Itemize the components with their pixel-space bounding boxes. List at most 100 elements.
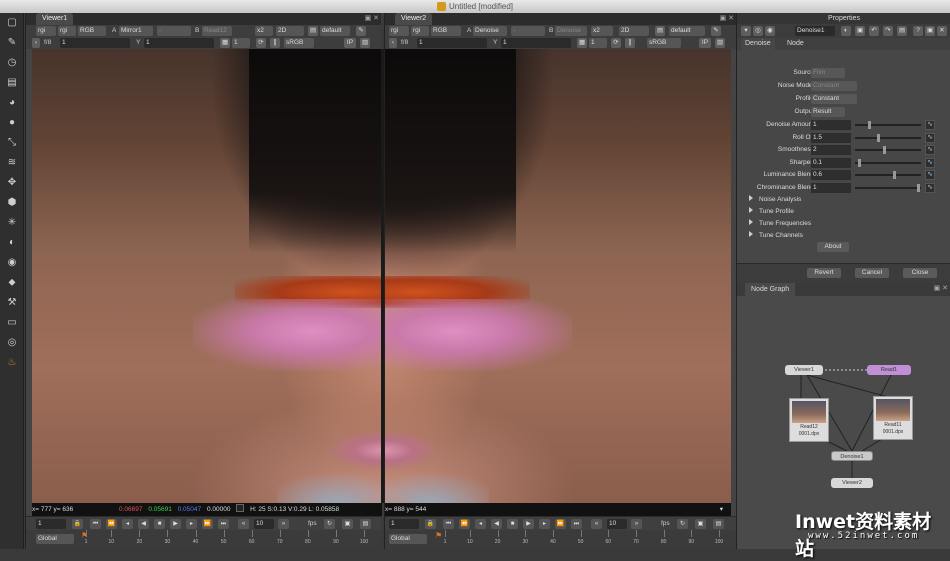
center-icon[interactable]: ◉ [765,26,775,36]
lock-icon[interactable]: 🔒 [72,519,83,529]
pane-controls-icon[interactable]: ▣ ✕ [365,14,379,22]
gamma-field[interactable]: 1 [144,38,214,48]
color-tool-icon[interactable]: ◕ [6,97,18,109]
prev-frame-icon[interactable]: ◂ [475,519,486,529]
increment-field[interactable]: 10 [254,519,274,529]
in-marker-icon[interactable]: ⚑ [435,531,442,540]
proxy-dropdown[interactable]: 1 [232,38,250,48]
param-slider[interactable] [855,146,921,154]
tab-denoise[interactable]: Denoise [741,38,775,50]
node-read-selected[interactable]: Read1 [867,365,911,375]
animation-curve-icon[interactable]: ∿ [925,157,935,168]
color-swatch-icon[interactable]: ◐ [841,26,851,36]
undo-icon[interactable]: ↶ [869,26,879,36]
display-dropdown[interactable]: sRGB [284,38,314,48]
paint-tool-icon[interactable]: ✎ [6,37,18,49]
param-slider[interactable] [855,121,921,129]
channels-dropdown[interactable]: rgi [389,26,409,36]
fstop-arrow-icon[interactable]: ‹ [389,38,397,48]
metadata-tool-icon[interactable]: ⬥ [6,277,18,289]
param-slider[interactable] [855,133,921,142]
close-button[interactable]: Close [903,268,937,278]
settings-icon[interactable]: ✎ [711,26,721,36]
lut-dropdown[interactable]: default [320,26,350,36]
node-viewer1[interactable]: Viewer1 [785,365,823,375]
3d-tool-icon[interactable]: ⬢ [6,197,18,209]
slider-handle[interactable] [892,171,896,179]
settings-icon[interactable]: ✎ [356,26,366,36]
next-key-icon[interactable]: ⏩ [202,519,213,529]
proxy-dropdown[interactable]: 1 [589,38,607,48]
save-icon[interactable]: ▤ [655,26,665,36]
particles-tool-icon[interactable]: ✳ [6,217,18,229]
frame-field[interactable]: 1 [36,519,66,529]
fstop-arrow-icon[interactable]: ‹ [32,38,40,48]
next-key-icon[interactable]: ⏩ [555,519,566,529]
input-b-dropdown[interactable]: Read12 [202,26,232,36]
fstop-label[interactable]: f/8 [399,38,410,48]
transform-tool-icon[interactable]: ✥ [6,177,18,189]
slider-handle[interactable] [916,183,920,192]
increment-field[interactable]: 10 [607,519,627,529]
skip-back-icon[interactable]: « [591,519,602,529]
revert-button[interactable]: Revert [807,268,841,278]
param-value-field[interactable]: 0.1 [811,157,851,168]
proxy-icon[interactable]: ▦ [577,38,587,48]
gain-field[interactable]: 1 [417,38,487,48]
cancel-button[interactable]: Cancel [855,268,889,278]
mode-dropdown[interactable]: 2D [276,26,304,36]
toolsets-tool-icon[interactable]: ⚒ [6,297,18,309]
play-forward-icon[interactable]: ▶ [523,519,534,529]
channels2-dropdown[interactable]: rgi [411,26,429,36]
skip-back-icon[interactable]: « [238,519,249,529]
scope-dropdown[interactable]: Global [389,534,427,544]
profile-dropdown[interactable]: Constant [811,94,857,104]
zoom-dropdown[interactable]: x2 [255,26,273,36]
proxy-icon[interactable]: ▦ [220,38,230,48]
play-backward-icon[interactable]: ◀ [491,519,502,529]
views-tool-icon[interactable]: ◉ [6,257,18,269]
node-viewer2[interactable]: Viewer2 [831,478,873,488]
help-icon[interactable]: ? [913,26,923,36]
param-value-field[interactable]: 0.6 [811,170,851,180]
param-value-field[interactable]: 2 [811,145,851,155]
tab-viewer1[interactable]: Viewer1 [36,13,74,25]
animation-curve-icon[interactable]: ∿ [925,145,935,155]
viewer1-frame-ruler[interactable]: Global ⚑ 1 10 20 30 40 50 60 70 80 90 100 [26,530,381,549]
refresh-icon[interactable]: ⟳ [256,38,266,48]
ocula-tool-icon[interactable]: ♨ [6,357,18,369]
tab-viewer2[interactable]: Viewer2 [395,13,433,25]
next-frame-icon[interactable]: ▸ [539,519,550,529]
collapse-icon[interactable]: ▾ [741,26,751,36]
prev-frame-icon[interactable]: ◂ [122,519,133,529]
section-noise-analysis[interactable]: Noise Analysis [749,195,801,203]
param-value-field[interactable]: 1.5 [811,132,851,143]
section-tune-profile[interactable]: Tune Profile [749,207,794,215]
refresh-icon[interactable]: ⟳ [611,38,621,48]
channel-tool-icon[interactable]: ▤ [6,77,18,89]
colorspace-dropdown[interactable]: RGB [78,26,106,36]
skip-forward-icon[interactable]: » [631,519,642,529]
slider-handle[interactable] [883,146,887,154]
mode-dropdown[interactable]: 2D [619,26,649,36]
pane-controls-icon[interactable]: ▣ ✕ [720,14,734,22]
settings-icon[interactable]: ▤ [713,519,724,529]
source-dropdown[interactable]: Film [811,68,845,78]
input-b-dropdown[interactable]: Denoise [555,26,587,36]
settings-icon[interactable]: ▤ [360,519,371,529]
float-icon[interactable]: ◎ [753,26,763,36]
gain-field[interactable]: 1 [60,38,130,48]
last-frame-icon[interactable]: ⏭ [571,519,582,529]
other-tool-icon[interactable]: ▭ [6,317,18,329]
output-dropdown[interactable]: Result [811,107,845,117]
viewer-tool-icon[interactable]: ▢ [6,17,18,29]
section-tune-frequencies[interactable]: Tune Frequencies [749,219,811,227]
wipe-dropdown[interactable]: - [511,26,545,36]
node-read11[interactable]: Read11 0001.dpx [873,396,913,440]
keyer-tool-icon[interactable]: ⤡ [6,137,18,149]
input-a-dropdown[interactable]: Denoise [473,26,507,36]
param-slider[interactable] [855,183,921,192]
pause-icon[interactable]: ∥ [625,38,635,48]
flipbook-icon[interactable]: ▣ [342,519,353,529]
merge-tool-icon[interactable]: ≋ [6,157,18,169]
